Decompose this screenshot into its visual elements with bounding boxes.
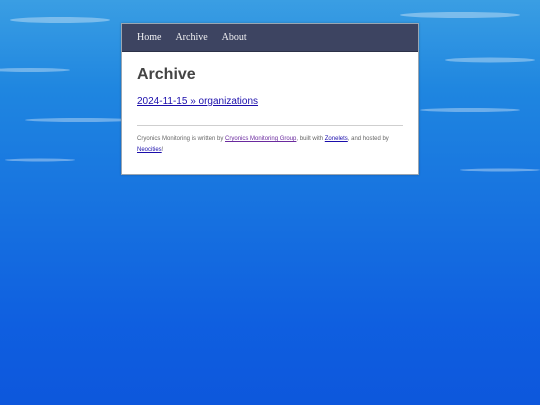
top-nav: Home Archive About bbox=[122, 24, 418, 52]
nav-archive-link[interactable]: Archive bbox=[175, 32, 207, 43]
footer-text: Cryonics Monitoring is written by bbox=[137, 136, 226, 142]
footer-neocities-link[interactable]: Neocities bbox=[137, 147, 162, 153]
nav-about-link[interactable]: About bbox=[222, 32, 247, 43]
content-area: Archive 2024-11-15 » organizations Cryon… bbox=[122, 66, 418, 156]
footer-divider bbox=[137, 125, 403, 126]
archive-post-link[interactable]: 2024-11-15 » organizations bbox=[137, 96, 403, 107]
footer-group-link[interactable]: Cryonics Monitoring Group bbox=[225, 136, 296, 142]
nav-home-link[interactable]: Home bbox=[137, 32, 161, 43]
page-title: Archive bbox=[137, 66, 196, 83]
footer-text: , built with bbox=[296, 136, 325, 142]
main-card: Home Archive About Archive 2024-11-15 » … bbox=[121, 23, 419, 175]
footer-zonelets-link[interactable]: Zonelets bbox=[325, 136, 348, 142]
footer: Cryonics Monitoring is written by Cryoni… bbox=[137, 134, 403, 156]
footer-text: ! bbox=[161, 147, 164, 153]
footer-text: , and hosted by bbox=[347, 136, 389, 142]
